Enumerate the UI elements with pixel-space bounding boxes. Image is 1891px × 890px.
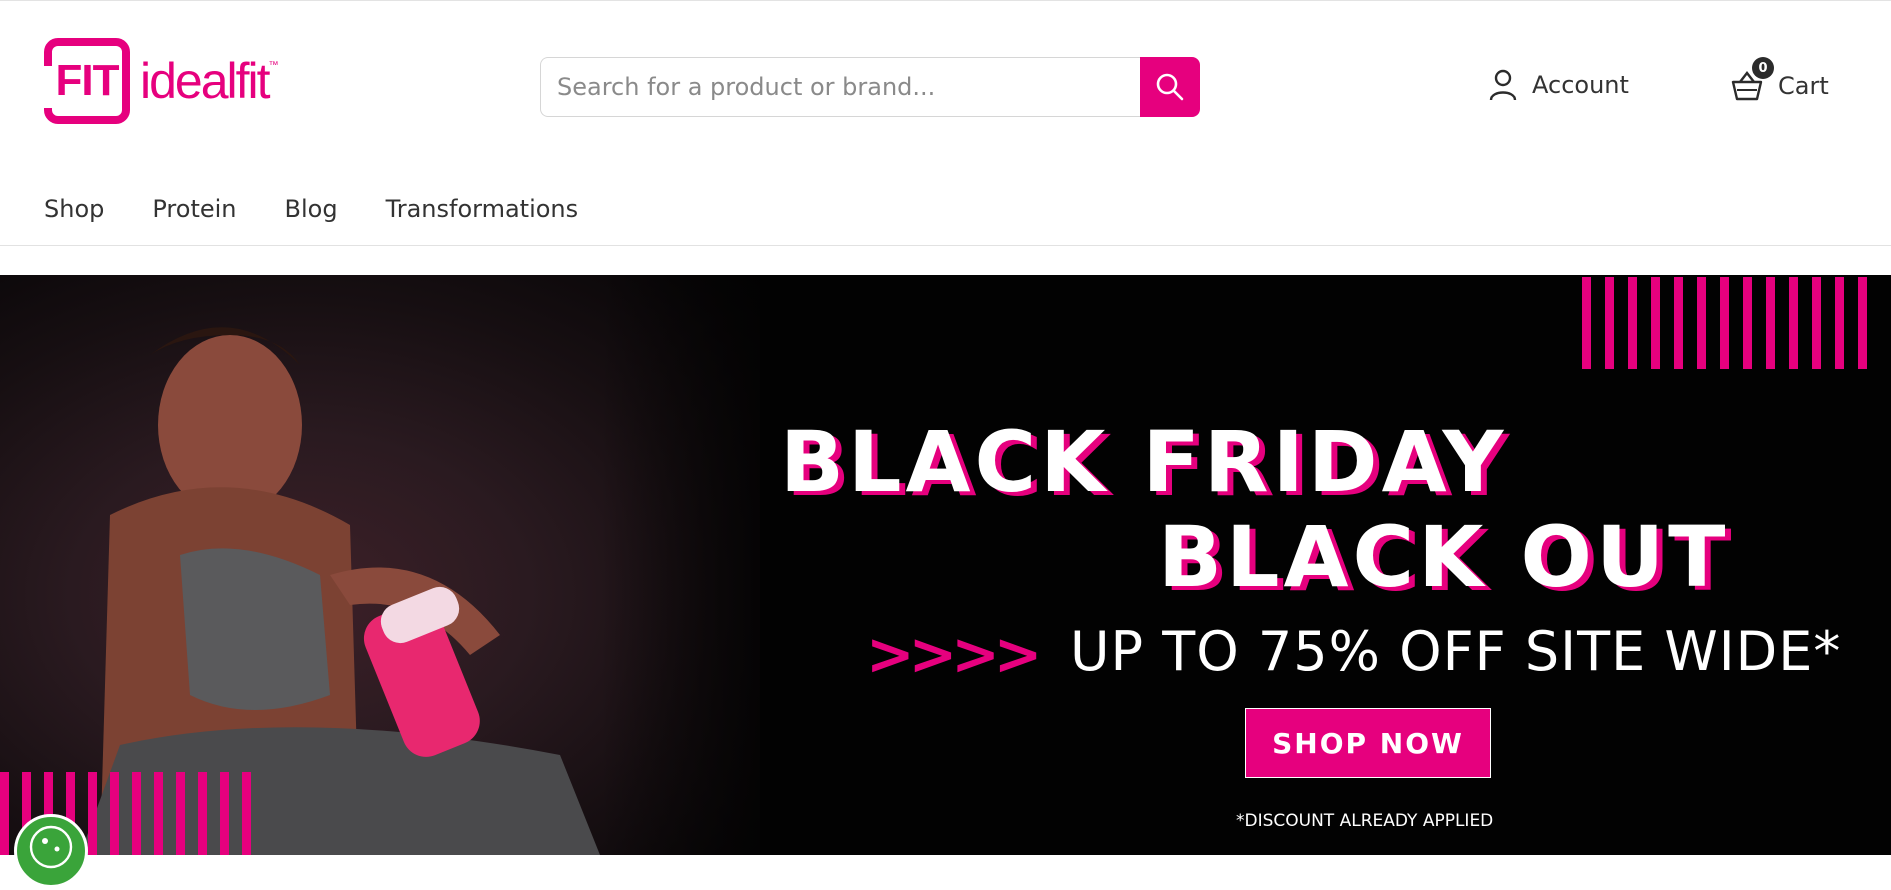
shop-now-button[interactable]: SHOP NOW: [1245, 708, 1491, 778]
cookie-icon: [29, 825, 73, 869]
discount-disclaimer: *DISCOUNT ALREADY APPLIED: [1236, 811, 1494, 831]
headline-black-out: BLACK OUT: [1158, 508, 1730, 606]
logo-word-text: idealfit: [140, 53, 271, 109]
photo-fade: [600, 275, 800, 855]
account-label: Account: [1532, 71, 1629, 99]
cart-label: Cart: [1778, 72, 1829, 100]
user-icon: [1489, 69, 1517, 101]
search-icon: [1156, 73, 1184, 101]
chevron-arrows: >>>>: [866, 620, 1042, 688]
cart-count-badge: 0: [1752, 57, 1774, 79]
idealfit-logo[interactable]: FIT idealfit ™: [44, 38, 279, 124]
cart-link[interactable]: 0 Cart: [1730, 57, 1829, 103]
nav-item-transformations[interactable]: Transformations: [386, 195, 579, 223]
logo-mark: FIT: [44, 38, 130, 124]
main-nav: Shop Protein Blog Transformations: [44, 195, 578, 223]
nav-item-blog[interactable]: Blog: [285, 195, 338, 223]
trademark-symbol: ™: [268, 60, 279, 71]
site-header: FIT idealfit™ Account 0 Car: [0, 1, 1891, 246]
cart-icon-wrap: 0: [1730, 57, 1774, 103]
discount-subheadline: UP TO 75% OFF SITE WIDE*: [1070, 620, 1842, 683]
account-link[interactable]: Account: [1488, 69, 1629, 101]
search-button[interactable]: [1140, 57, 1200, 117]
headline-black-friday: BLACK FRIDAY: [780, 413, 1508, 511]
logo-wordmark: idealfit ™: [140, 52, 279, 110]
nav-item-shop[interactable]: Shop: [44, 195, 104, 223]
nav-item-protein[interactable]: Protein: [152, 195, 236, 223]
cookie-settings-button[interactable]: [14, 814, 88, 888]
pink-stripes-top: [1582, 277, 1891, 369]
black-friday-banner[interactable]: BLACK FRIDAY BLACK OUT >>>> UP TO 75% OF…: [0, 275, 1891, 855]
search-input[interactable]: [540, 57, 1140, 117]
search-bar: [540, 57, 1200, 117]
